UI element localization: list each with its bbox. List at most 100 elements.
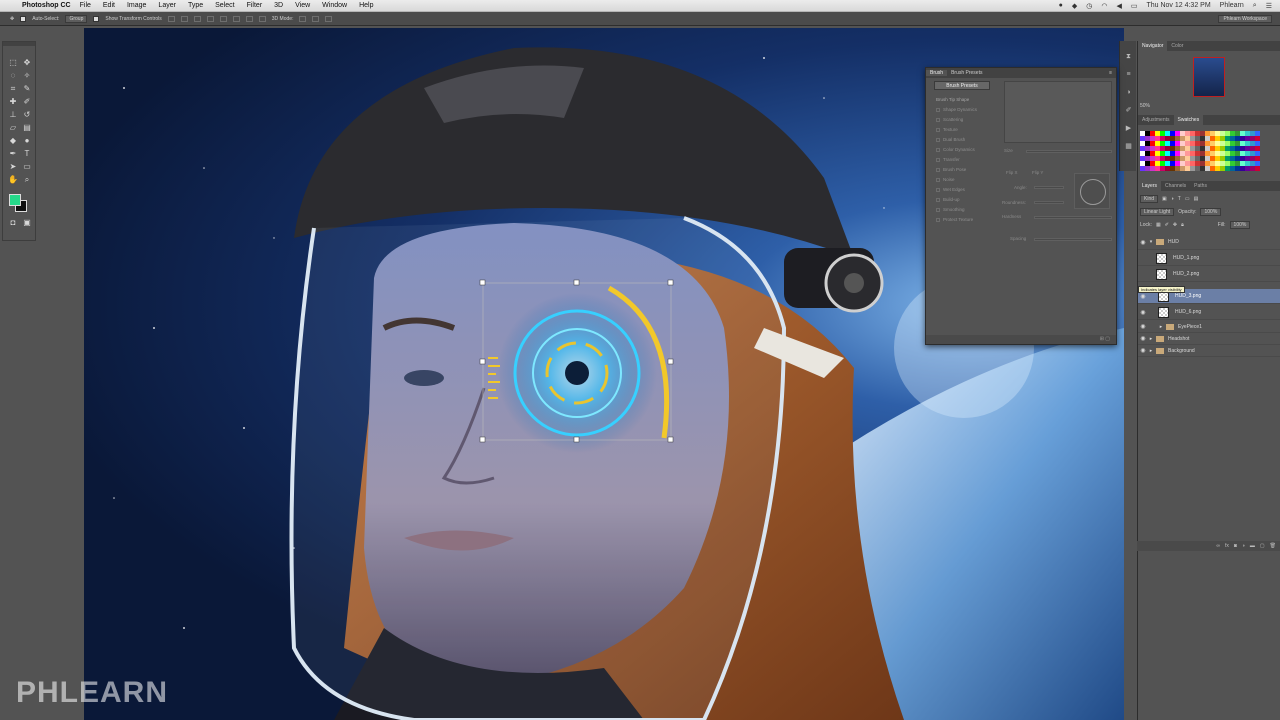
brush-option[interactable]: Build-up xyxy=(936,197,960,202)
brush-presets-button[interactable]: Brush Presets xyxy=(934,81,990,90)
layer-group-background[interactable]: ◉ ▸ Background xyxy=(1138,345,1280,357)
dropbox-icon[interactable]: ◆ xyxy=(1072,2,1077,10)
menu-help[interactable]: Help xyxy=(359,2,373,9)
workspace-switcher[interactable]: Phlearn Workspace xyxy=(1218,14,1272,23)
align-top-icon[interactable] xyxy=(167,15,175,22)
brush-option-checkbox[interactable] xyxy=(936,177,940,182)
lock-pixels-icon[interactable]: ▦ xyxy=(1156,222,1161,228)
tab-brush[interactable]: Brush xyxy=(926,70,948,76)
timeline-panel-icon[interactable]: ▦ xyxy=(1124,143,1133,151)
brush-option-checkbox[interactable] xyxy=(936,187,940,192)
auto-select-dropdown[interactable]: Group xyxy=(65,14,88,23)
spotlight-icon[interactable]: ⌕ xyxy=(1253,2,1257,10)
wifi-icon[interactable]: ◠ xyxy=(1101,2,1107,10)
layer-hud-2[interactable]: HUD_2.png xyxy=(1138,267,1280,282)
brush-option[interactable]: Transfer xyxy=(936,157,960,162)
brush-option-checkbox[interactable] xyxy=(936,167,940,172)
spacing-slider[interactable] xyxy=(1034,238,1112,241)
clock-text[interactable]: Thu Nov 12 4:32 PM xyxy=(1146,2,1210,9)
move-tool-icon[interactable]: ✥ xyxy=(10,16,14,22)
brush-option-checkbox[interactable] xyxy=(936,217,940,222)
notification-center-icon[interactable]: ☰ xyxy=(1266,2,1272,10)
app-menu[interactable]: Photoshop CC xyxy=(22,2,71,9)
layer-hud-6[interactable]: ◉ HUD_6.png xyxy=(1138,305,1280,320)
pen-tool-icon[interactable]: ✒ xyxy=(7,149,19,159)
visibility-eye-icon[interactable]: ◉ xyxy=(1138,323,1148,330)
brush-option[interactable]: Texture xyxy=(936,127,958,132)
auto-select-checkbox[interactable] xyxy=(20,15,27,22)
brush-option[interactable]: Color Dynamics xyxy=(936,147,975,152)
blend-mode-dropdown[interactable]: Linear Light xyxy=(1140,208,1175,216)
menu-3d[interactable]: 3D xyxy=(274,2,283,9)
size-slider[interactable] xyxy=(1026,150,1112,153)
align-center-icon[interactable] xyxy=(219,15,227,22)
healing-brush-icon[interactable]: ✚ xyxy=(7,97,19,107)
menu-file[interactable]: File xyxy=(80,2,91,9)
visibility-eye-icon[interactable]: ◉ xyxy=(1138,347,1148,354)
adjustments-panel-icon[interactable]: ◑ xyxy=(1124,89,1133,97)
panel-menu-icon[interactable]: ≡ xyxy=(1105,70,1116,76)
zoom-tool-icon[interactable]: ⌕ xyxy=(21,175,33,185)
brush-option[interactable]: Smoothing xyxy=(936,207,965,212)
navigator-zoom[interactable]: 50% xyxy=(1140,103,1150,109)
brush-option[interactable]: Dual Brush xyxy=(936,137,965,142)
layer-filter-dropdown[interactable]: Kind xyxy=(1140,195,1159,203)
group-open-chevron-icon[interactable]: ▾ xyxy=(1148,239,1154,245)
foreground-color-swatch[interactable] xyxy=(9,194,21,206)
add-mask-icon[interactable]: ◙ xyxy=(1234,543,1237,549)
tab-color[interactable]: Color xyxy=(1167,41,1187,51)
brush-option-checkbox[interactable] xyxy=(936,117,940,122)
tab-brush-presets[interactable]: Brush Presets xyxy=(947,70,986,76)
flip-y-label[interactable]: Flip Y xyxy=(1032,170,1043,175)
magic-wand-icon[interactable]: ✧ xyxy=(21,71,33,81)
brush-option[interactable]: Noise xyxy=(936,177,955,182)
layer-group-eyepiece[interactable]: ◉ ▸ EyePiece1 xyxy=(1138,321,1280,333)
gradient-tool-icon[interactable]: ▤ xyxy=(21,123,33,133)
tab-layers[interactable]: Layers xyxy=(1138,181,1162,191)
fill-input[interactable]: 100% xyxy=(1229,221,1251,229)
swatch[interactable] xyxy=(1255,166,1260,171)
swatch-grid[interactable] xyxy=(1140,131,1260,171)
menu-view[interactable]: View xyxy=(295,2,310,9)
type-tool-icon[interactable]: T xyxy=(21,149,33,159)
visibility-eye-icon[interactable]: ◉ xyxy=(1138,293,1148,300)
menu-image[interactable]: Image xyxy=(127,2,146,9)
clock-icon[interactable]: ◷ xyxy=(1086,2,1092,10)
user-name[interactable]: Phlearn xyxy=(1220,2,1244,9)
tab-adjustments[interactable]: Adjustments xyxy=(1138,115,1174,125)
brush-option[interactable]: Shape Dynamics xyxy=(936,107,977,112)
brush-option[interactable]: Wet Edges xyxy=(936,187,965,192)
properties-panel-icon[interactable]: ≡ xyxy=(1124,71,1133,79)
brush-tool-icon[interactable]: ✐ xyxy=(21,97,33,107)
brush-option-checkbox[interactable] xyxy=(936,127,940,132)
distribute-icon[interactable] xyxy=(245,15,253,22)
menu-filter[interactable]: Filter xyxy=(247,2,263,9)
layer-group-hud[interactable]: ◉ ▾ HUD xyxy=(1138,235,1280,250)
align-middle-icon[interactable] xyxy=(180,15,188,22)
filter-adjust-icon[interactable]: ◑ xyxy=(1171,196,1174,202)
lock-paint-icon[interactable]: ✐ xyxy=(1165,222,1169,228)
navigator-thumbnail[interactable] xyxy=(1193,57,1225,97)
3d-roll-icon[interactable] xyxy=(312,15,320,22)
layer-style-icon[interactable]: fx xyxy=(1225,543,1229,549)
delete-layer-icon[interactable]: 🗑︎ xyxy=(1270,543,1276,549)
brush-option-checkbox[interactable] xyxy=(936,147,940,152)
shape-tool-icon[interactable]: ▭ xyxy=(21,162,33,172)
filter-shape-icon[interactable]: ▭ xyxy=(1185,196,1190,202)
history-brush-icon[interactable]: ↺ xyxy=(21,110,33,120)
filter-type-icon[interactable]: T xyxy=(1178,196,1181,202)
visibility-eye-icon[interactable]: ◉ xyxy=(1138,239,1148,246)
group-closed-chevron-icon[interactable]: ▸ xyxy=(1158,324,1164,330)
marquee-tool-icon[interactable]: ⬚ xyxy=(7,58,19,68)
brush-panel-icon[interactable]: ✐ xyxy=(1124,107,1133,115)
menu-window[interactable]: Window xyxy=(322,2,347,9)
dodge-tool-icon[interactable]: ● xyxy=(21,136,33,146)
crop-tool-icon[interactable]: ⌗ xyxy=(7,84,19,94)
link-layers-icon[interactable]: ∞ xyxy=(1216,543,1220,549)
path-select-icon[interactable]: ➤ xyxy=(7,162,19,172)
brush-option[interactable]: Protect Texture xyxy=(936,217,973,222)
filter-smart-icon[interactable]: ▤ xyxy=(1194,196,1199,202)
transform-controls-checkbox[interactable] xyxy=(93,15,100,22)
brush-option[interactable]: Brush Tip Shape xyxy=(936,97,969,102)
eraser-icon[interactable]: ▱ xyxy=(7,123,19,133)
